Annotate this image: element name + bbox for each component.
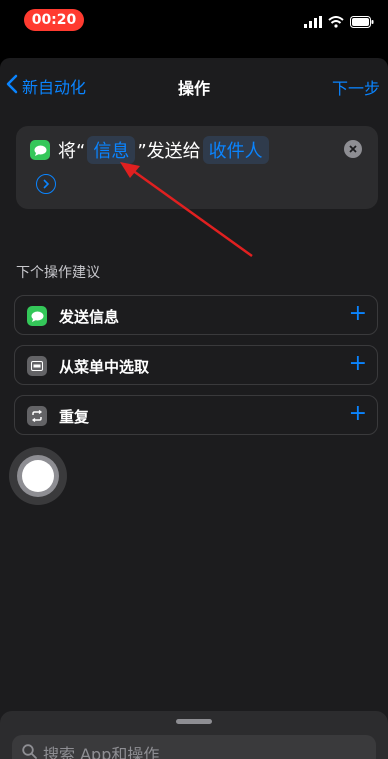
wifi-icon [328,13,344,32]
suggestion-label: 从菜单中选取 [59,358,150,376]
suggestion-repeat[interactable]: 重复 + [14,395,378,435]
messages-icon [30,140,50,160]
chevron-right-circle-icon[interactable] [36,174,56,194]
suggestions-header: 下个操作建议 [16,265,100,281]
sheet-grabber[interactable] [176,719,212,724]
suggestion-label: 发送信息 [59,308,120,326]
search-panel: 搜索 App和操作 [0,711,388,759]
menu-icon [27,356,47,376]
search-icon [22,743,43,759]
assistive-touch-button[interactable] [9,447,67,505]
search-input[interactable]: 搜索 App和操作 [12,735,376,759]
close-circle-icon[interactable] [344,140,362,158]
suggestion-choose-from-menu[interactable]: 从菜单中选取 + [14,345,378,385]
repeat-icon [27,406,47,426]
suggestion-send-message[interactable]: 发送信息 + [14,295,378,335]
assistive-touch-core [22,460,54,492]
next-button[interactable]: 下一步 [332,75,380,99]
add-icon[interactable]: + [349,350,367,378]
status-bar: 00:20 [0,0,388,46]
assistive-touch-ring [17,455,59,497]
navigation-bar: 新自动化 操作 下一步 [0,58,388,114]
status-time[interactable]: 00:20 [24,9,84,31]
action-sheet: 新自动化 操作 下一步 将“ 信息 ”发送给 收件人 下个操作建议 发送信息 +… [0,58,388,759]
add-icon[interactable]: + [349,300,367,328]
battery-icon [350,13,374,32]
page-title: 操作 [177,79,210,98]
status-icons [304,13,374,32]
signal-icon [304,13,322,32]
search-placeholder: 搜索 App和操作 [43,745,160,759]
messages-icon [27,306,47,326]
suggestion-label: 重复 [59,408,90,426]
action-prefix: 将“ [58,141,86,162]
annotation-arrow-icon [120,162,253,258]
add-icon[interactable]: + [349,400,367,428]
